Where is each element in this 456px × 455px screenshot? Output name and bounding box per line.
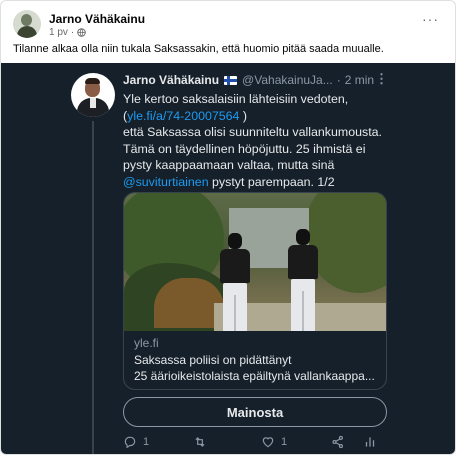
card-title-line: Saksassa poliisi on pidättänyt bbox=[134, 353, 292, 367]
promote-button[interactable]: Mainosta bbox=[123, 397, 387, 427]
author-name[interactable]: Jarno Vähäkainu bbox=[49, 12, 145, 26]
tweet-line: Yle kertoo saksalaisiin lähteisiin vedot… bbox=[123, 92, 349, 106]
post-text: Tilanne alkaa olla niin tukala Saksassak… bbox=[13, 43, 384, 55]
post-meta: 1 pv · bbox=[49, 27, 87, 38]
share-button[interactable] bbox=[331, 435, 345, 449]
header-separator: · bbox=[336, 73, 341, 87]
tweet-line-rest: pystyt parempaan. 1/2 bbox=[208, 174, 335, 189]
meta-separator: · bbox=[70, 27, 75, 38]
tweet-actions: 1 1 bbox=[123, 435, 387, 453]
like-button[interactable]: 1 bbox=[261, 435, 287, 449]
tweet-text: Yle kertoo saksalaisiin lähteisiin vedot… bbox=[123, 91, 388, 191]
heart-icon bbox=[262, 437, 274, 448]
share-icon bbox=[332, 435, 343, 449]
tweet-author-name[interactable]: Jarno Vähäkainu bbox=[123, 73, 219, 87]
reply-count: 1 bbox=[143, 436, 150, 448]
tweet-line: @suviturtiainen pystyt parempaan. 1/2 bbox=[123, 174, 388, 191]
tweet-header: Jarno Vähäkainu @VahakainuJa... · 2 min bbox=[123, 73, 385, 87]
tweet-line: Tämä on täydellinen höpöjuttu. 25 ihmist… bbox=[123, 141, 366, 156]
tweet-link[interactable]: yle.fi/a/74-20007564 bbox=[127, 109, 239, 123]
reply-button[interactable]: 1 bbox=[123, 435, 149, 449]
thread-line bbox=[92, 121, 94, 454]
post-options-button[interactable]: ··· bbox=[422, 11, 439, 27]
tweet-line: pysty kaappaamaan valtaa, mutta sinä bbox=[123, 158, 335, 173]
like-count: 1 bbox=[281, 436, 288, 448]
analytics-icon bbox=[365, 437, 375, 447]
finland-flag-icon bbox=[224, 75, 238, 85]
card-title-line: 25 äärioikeistolaista epäiltynä vallanka… bbox=[134, 369, 375, 383]
retweet-icon bbox=[195, 437, 205, 447]
tweet-line: (yle.fi/a/74-20007564 ) bbox=[123, 108, 248, 123]
tweet-time[interactable]: 2 min bbox=[345, 73, 374, 87]
tweet-author-avatar[interactable] bbox=[71, 73, 115, 117]
tweet-mention[interactable]: @suviturtiainen bbox=[123, 175, 209, 189]
embedded-tweet[interactable]: Jarno Vähäkainu @VahakainuJa... · 2 min … bbox=[1, 63, 455, 454]
tweet-line: että Saksassa olisi suunniteltu vallanku… bbox=[123, 125, 382, 140]
retweet-button[interactable] bbox=[193, 435, 213, 449]
link-preview-card[interactable]: yle.fi Saksassa poliisi on pidättänyt 25… bbox=[123, 192, 387, 390]
card-image bbox=[124, 193, 386, 331]
author-avatar[interactable] bbox=[13, 10, 41, 38]
globe-icon bbox=[77, 28, 87, 37]
post-time[interactable]: 1 pv bbox=[49, 27, 68, 38]
card-domain: yle.fi bbox=[134, 336, 159, 350]
tweet-author-handle[interactable]: @VahakainuJa... bbox=[242, 73, 333, 87]
tweet-options-button[interactable]: ⋮ bbox=[375, 71, 388, 87]
card-title: Saksassa poliisi on pidättänyt 25 äärioi… bbox=[134, 352, 382, 384]
facebook-post: Jarno Vähäkainu 1 pv · ··· Tilanne alkaa… bbox=[0, 0, 456, 455]
reply-icon bbox=[124, 436, 136, 449]
analytics-button[interactable] bbox=[363, 435, 377, 449]
